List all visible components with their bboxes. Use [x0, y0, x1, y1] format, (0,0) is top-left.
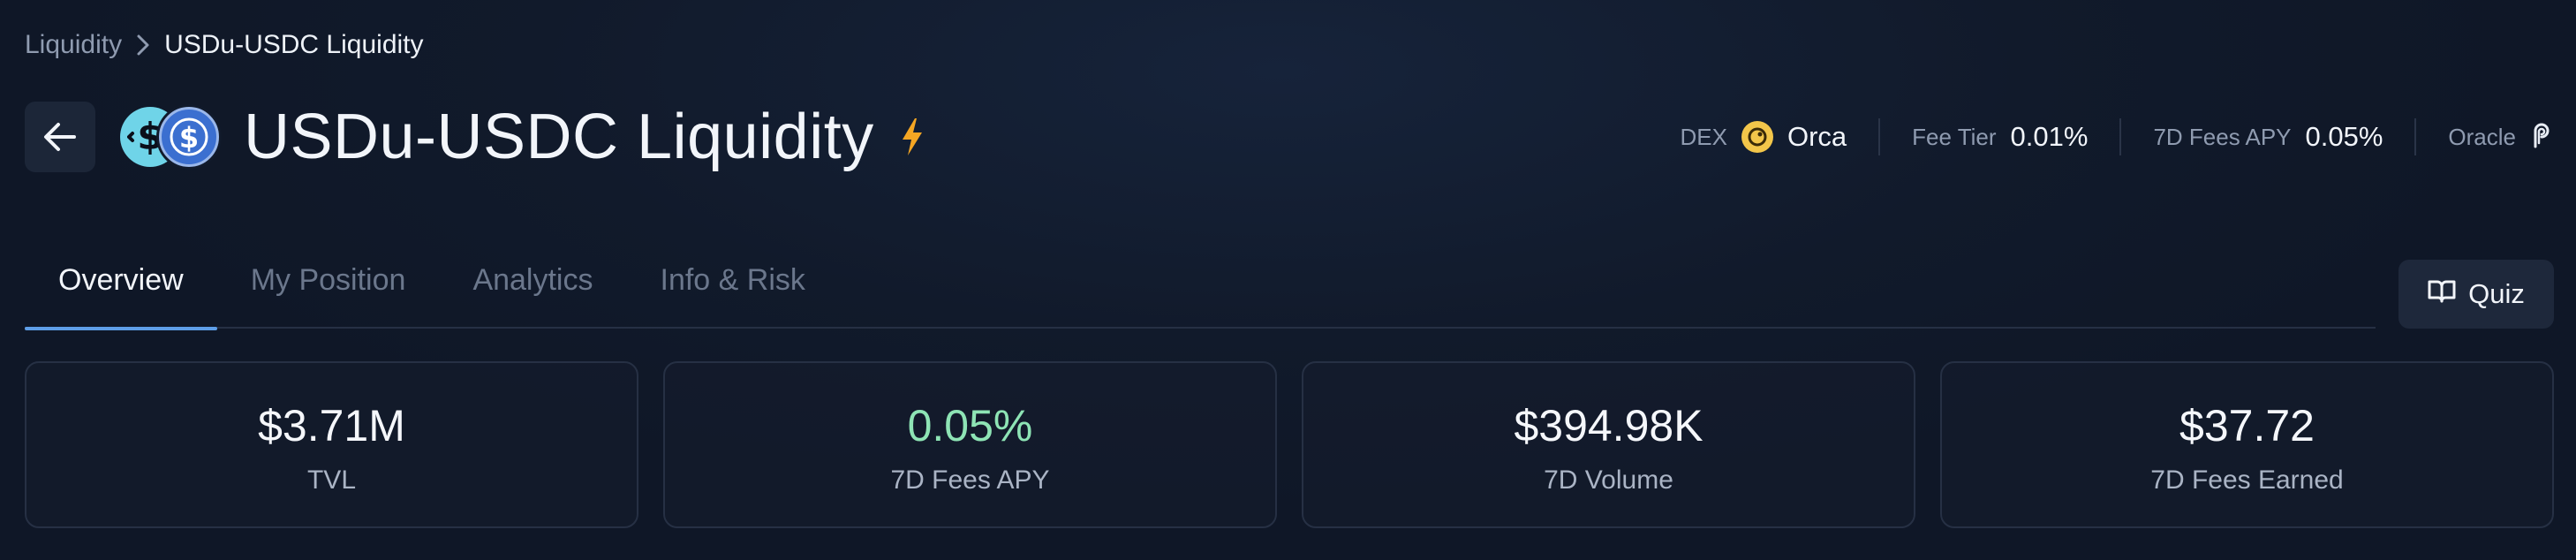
- quiz-label: Quiz: [2468, 278, 2525, 309]
- pool-header: $ $ USDu-USDC Liquidity DEX Orca Fee Tie…: [25, 101, 2551, 173]
- breadcrumb-current: USDu-USDC Liquidity: [164, 30, 424, 59]
- stat-label: 7D Fees APY: [890, 465, 1050, 495]
- chevron-right-icon: [136, 34, 150, 57]
- arrow-left-icon: [44, 123, 76, 151]
- tab-my-position[interactable]: My Position: [217, 253, 440, 329]
- breadcrumb-liquidity-link[interactable]: Liquidity: [25, 30, 122, 60]
- quiz-button[interactable]: Quiz: [2398, 260, 2554, 329]
- dex-value: Orca: [1787, 121, 1847, 152]
- fee-tier-value: 0.01%: [2010, 121, 2089, 152]
- meta-fees-apy: 7D Fees APY 0.05%: [2121, 121, 2414, 153]
- tab-overview[interactable]: Overview: [25, 253, 217, 330]
- stat-value: 0.05%: [907, 400, 1033, 450]
- stat-value: $3.71M: [258, 400, 405, 450]
- token-pair-icons: $ $: [117, 102, 221, 172]
- stat-label: 7D Volume: [1544, 465, 1673, 495]
- meta-oracle: Oracle: [2416, 122, 2551, 153]
- page-title: USDu-USDC Liquidity: [244, 102, 874, 172]
- stat-value: $37.72: [2179, 400, 2315, 450]
- svg-text:$: $: [179, 121, 199, 155]
- breadcrumb: Liquidity USDu-USDC Liquidity: [25, 26, 424, 64]
- pool-page: Liquidity USDu-USDC Liquidity $ $ USDu-U…: [0, 0, 2576, 560]
- stat-card-tvl: $3.71M TVL: [25, 361, 638, 528]
- pool-meta: DEX Orca Fee Tier 0.01% 7D Fees APY 0.05…: [1649, 115, 2552, 159]
- stat-card-volume: $394.98K 7D Volume: [1302, 361, 1915, 528]
- back-button[interactable]: [25, 102, 95, 172]
- stat-card-fees-earned: $37.72 7D Fees Earned: [1940, 361, 2554, 528]
- fees-apy-label: 7D Fees APY: [2153, 123, 2292, 150]
- pyth-oracle-icon[interactable]: [2530, 122, 2551, 153]
- tab-bar: Overview My Position Analytics Info & Ri…: [25, 253, 2376, 330]
- stat-label: TVL: [306, 465, 357, 495]
- stat-label: 7D Fees Earned: [2150, 465, 2344, 495]
- meta-fee-tier: Fee Tier 0.01%: [1880, 121, 2119, 153]
- tab-info-risk[interactable]: Info & Risk: [627, 253, 839, 329]
- book-open-icon: [2428, 278, 2456, 310]
- dex-label: DEX: [1680, 123, 1727, 150]
- orca-logo-icon: [1741, 121, 1773, 153]
- usdc-token-icon: $: [159, 107, 219, 167]
- fee-tier-label: Fee Tier: [1912, 123, 1997, 150]
- oracle-label: Oracle: [2448, 123, 2516, 150]
- stats-row: $3.71M TVL 0.05% 7D Fees APY $394.98K 7D…: [25, 361, 2554, 528]
- stat-value: $394.98K: [1514, 400, 1703, 450]
- lightning-bolt-icon: [899, 117, 925, 157]
- tab-analytics[interactable]: Analytics: [439, 253, 626, 329]
- fees-apy-value: 0.05%: [2305, 121, 2383, 152]
- meta-dex: DEX Orca: [1649, 121, 1879, 153]
- stat-card-fees-apy: 0.05% 7D Fees APY: [663, 361, 1277, 528]
